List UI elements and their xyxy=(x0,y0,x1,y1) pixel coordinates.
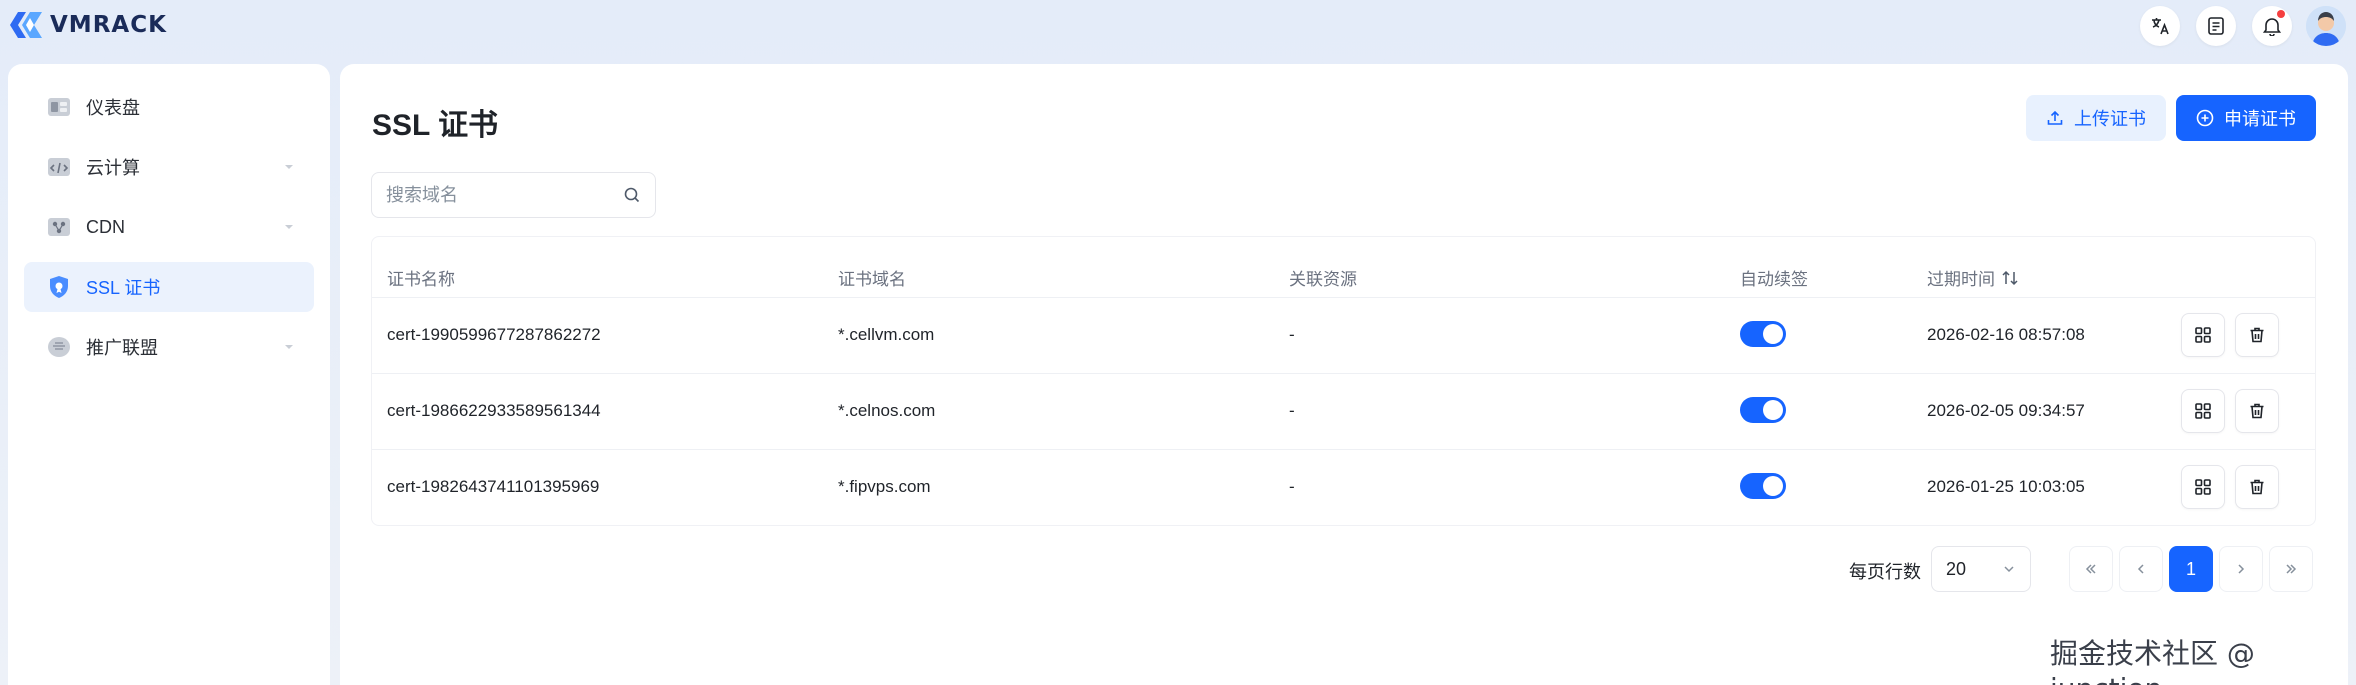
upload-certificate-button[interactable]: 上传证书 xyxy=(2026,95,2166,141)
sidebar-item-label: CDN xyxy=(86,216,125,237)
chevron-down-icon xyxy=(285,345,293,349)
sidebar-item-cdn[interactable]: CDN xyxy=(24,202,314,252)
column-header-domain: 证书域名 xyxy=(838,270,906,289)
bell-icon xyxy=(2263,18,2281,36)
rows-per-page-label: 每页行数 xyxy=(1849,562,1921,582)
chevron-down-icon xyxy=(285,225,293,229)
delete-button[interactable] xyxy=(2235,389,2279,433)
brand-name: VMRACK xyxy=(50,12,167,38)
grid-icon xyxy=(2195,327,2211,343)
sort-icon[interactable] xyxy=(2001,270,2019,286)
chevron-right-icon xyxy=(2238,564,2245,574)
avatar[interactable] xyxy=(2306,6,2346,46)
watermark: 掘金技术社区 @ junction xyxy=(2050,637,2255,685)
auto-renew-toggle[interactable] xyxy=(1740,321,1786,347)
first-page-button[interactable] xyxy=(2069,546,2113,592)
sidebar-item-label: SSL 证书 xyxy=(86,278,161,298)
double-chevron-left-icon xyxy=(2085,564,2096,574)
document-icon xyxy=(2208,17,2224,35)
details-button[interactable] xyxy=(2181,465,2225,509)
cert-name: cert-1986622933589561344 xyxy=(387,401,601,420)
cert-resource: - xyxy=(1289,401,1295,420)
delete-button[interactable] xyxy=(2235,465,2279,509)
brand-logo[interactable]: VMRACK xyxy=(8,10,167,40)
row-divider xyxy=(372,449,2315,450)
certificates-table: 证书名称 证书域名 关联资源 自动续签 过期时间 cert-1990599677… xyxy=(371,236,2316,526)
auto-renew-toggle[interactable] xyxy=(1740,473,1786,499)
user-avatar-icon xyxy=(2306,6,2346,46)
top-bar: VMRACK xyxy=(0,0,2356,64)
column-header-expires-label: 过期时间 xyxy=(1927,270,1995,289)
add-circle-icon xyxy=(2196,109,2214,127)
details-button[interactable] xyxy=(2181,313,2225,357)
rows-per-page-select[interactable]: 20 xyxy=(1931,546,2031,592)
trash-icon xyxy=(2250,479,2264,495)
cloud-compute-icon xyxy=(46,154,72,180)
prev-page-button[interactable] xyxy=(2119,546,2163,592)
upload-icon xyxy=(2047,110,2063,125)
search-input[interactable] xyxy=(386,184,623,206)
chevron-down-icon xyxy=(2004,566,2014,573)
main-panel: SSL 证书 上传证书 申请证书 证书名称 证书域名 关联资源 自动续签 过期时… xyxy=(340,64,2348,685)
grid-icon xyxy=(2195,403,2211,419)
cert-name: cert-1982643741101395969 xyxy=(387,477,600,496)
cert-domain: *.fipvps.com xyxy=(838,477,931,496)
page-button-current[interactable]: 1 xyxy=(2169,546,2213,592)
cert-resource: - xyxy=(1289,325,1295,344)
grid-icon xyxy=(2195,479,2211,495)
apply-certificate-label: 申请证书 xyxy=(2224,109,2296,129)
sidebar-item-label: 云计算 xyxy=(86,158,140,178)
trash-icon xyxy=(2250,327,2264,343)
chevron-left-icon xyxy=(2137,564,2144,574)
notification-badge xyxy=(2277,10,2285,18)
column-header-name: 证书名称 xyxy=(387,270,455,289)
apply-certificate-button[interactable]: 申请证书 xyxy=(2176,95,2316,141)
sidebar-item-label: 推广联盟 xyxy=(86,338,158,358)
page-title: SSL 证书 xyxy=(372,109,499,142)
next-page-button[interactable] xyxy=(2219,546,2263,592)
details-button[interactable] xyxy=(2181,389,2225,433)
column-header-auto-renew: 自动续签 xyxy=(1740,270,1808,289)
sidebar: 仪表盘 云计算 CDN SSL 证书 推广联盟 xyxy=(8,64,330,685)
cert-expires: 2026-02-16 08:57:08 xyxy=(1927,325,2085,344)
cert-domain: *.cellvm.com xyxy=(838,325,935,344)
column-header-expires[interactable]: 过期时间 xyxy=(1927,265,2019,290)
sidebar-item-affiliate[interactable]: 推广联盟 xyxy=(24,322,314,372)
cert-domain: *.celnos.com xyxy=(838,401,936,420)
domain-search xyxy=(371,172,656,218)
column-header-resource: 关联资源 xyxy=(1289,270,1357,289)
cdn-icon xyxy=(46,214,72,240)
translate-icon xyxy=(2152,18,2169,35)
sidebar-item-cloud-compute[interactable]: 云计算 xyxy=(24,142,314,192)
language-button[interactable] xyxy=(2140,6,2180,46)
search-icon[interactable] xyxy=(623,186,641,204)
sidebar-item-label: 仪表盘 xyxy=(86,98,140,118)
sidebar-item-dashboard[interactable]: 仪表盘 xyxy=(24,82,314,132)
auto-renew-toggle[interactable] xyxy=(1740,397,1786,423)
vmrack-logo-icon xyxy=(10,12,42,38)
last-page-button[interactable] xyxy=(2269,546,2313,592)
notification-button[interactable] xyxy=(2252,6,2292,46)
cert-expires: 2026-02-05 09:34:57 xyxy=(1927,401,2085,420)
rows-per-page-value: 20 xyxy=(1946,558,1967,579)
docs-button[interactable] xyxy=(2196,6,2236,46)
cert-resource: - xyxy=(1289,477,1295,496)
row-divider xyxy=(372,373,2315,374)
shield-icon xyxy=(46,274,72,300)
upload-certificate-label: 上传证书 xyxy=(2074,109,2146,129)
dashboard-icon xyxy=(46,94,72,120)
cert-expires: 2026-01-25 10:03:05 xyxy=(1927,477,2085,496)
row-divider xyxy=(372,297,2315,298)
affiliate-icon xyxy=(46,334,72,360)
trash-icon xyxy=(2250,403,2264,419)
sidebar-item-ssl[interactable]: SSL 证书 xyxy=(24,262,314,312)
chevron-down-icon xyxy=(285,165,293,169)
cert-name: cert-1990599677287862272 xyxy=(387,325,601,344)
double-chevron-right-icon xyxy=(2286,564,2297,574)
delete-button[interactable] xyxy=(2235,313,2279,357)
